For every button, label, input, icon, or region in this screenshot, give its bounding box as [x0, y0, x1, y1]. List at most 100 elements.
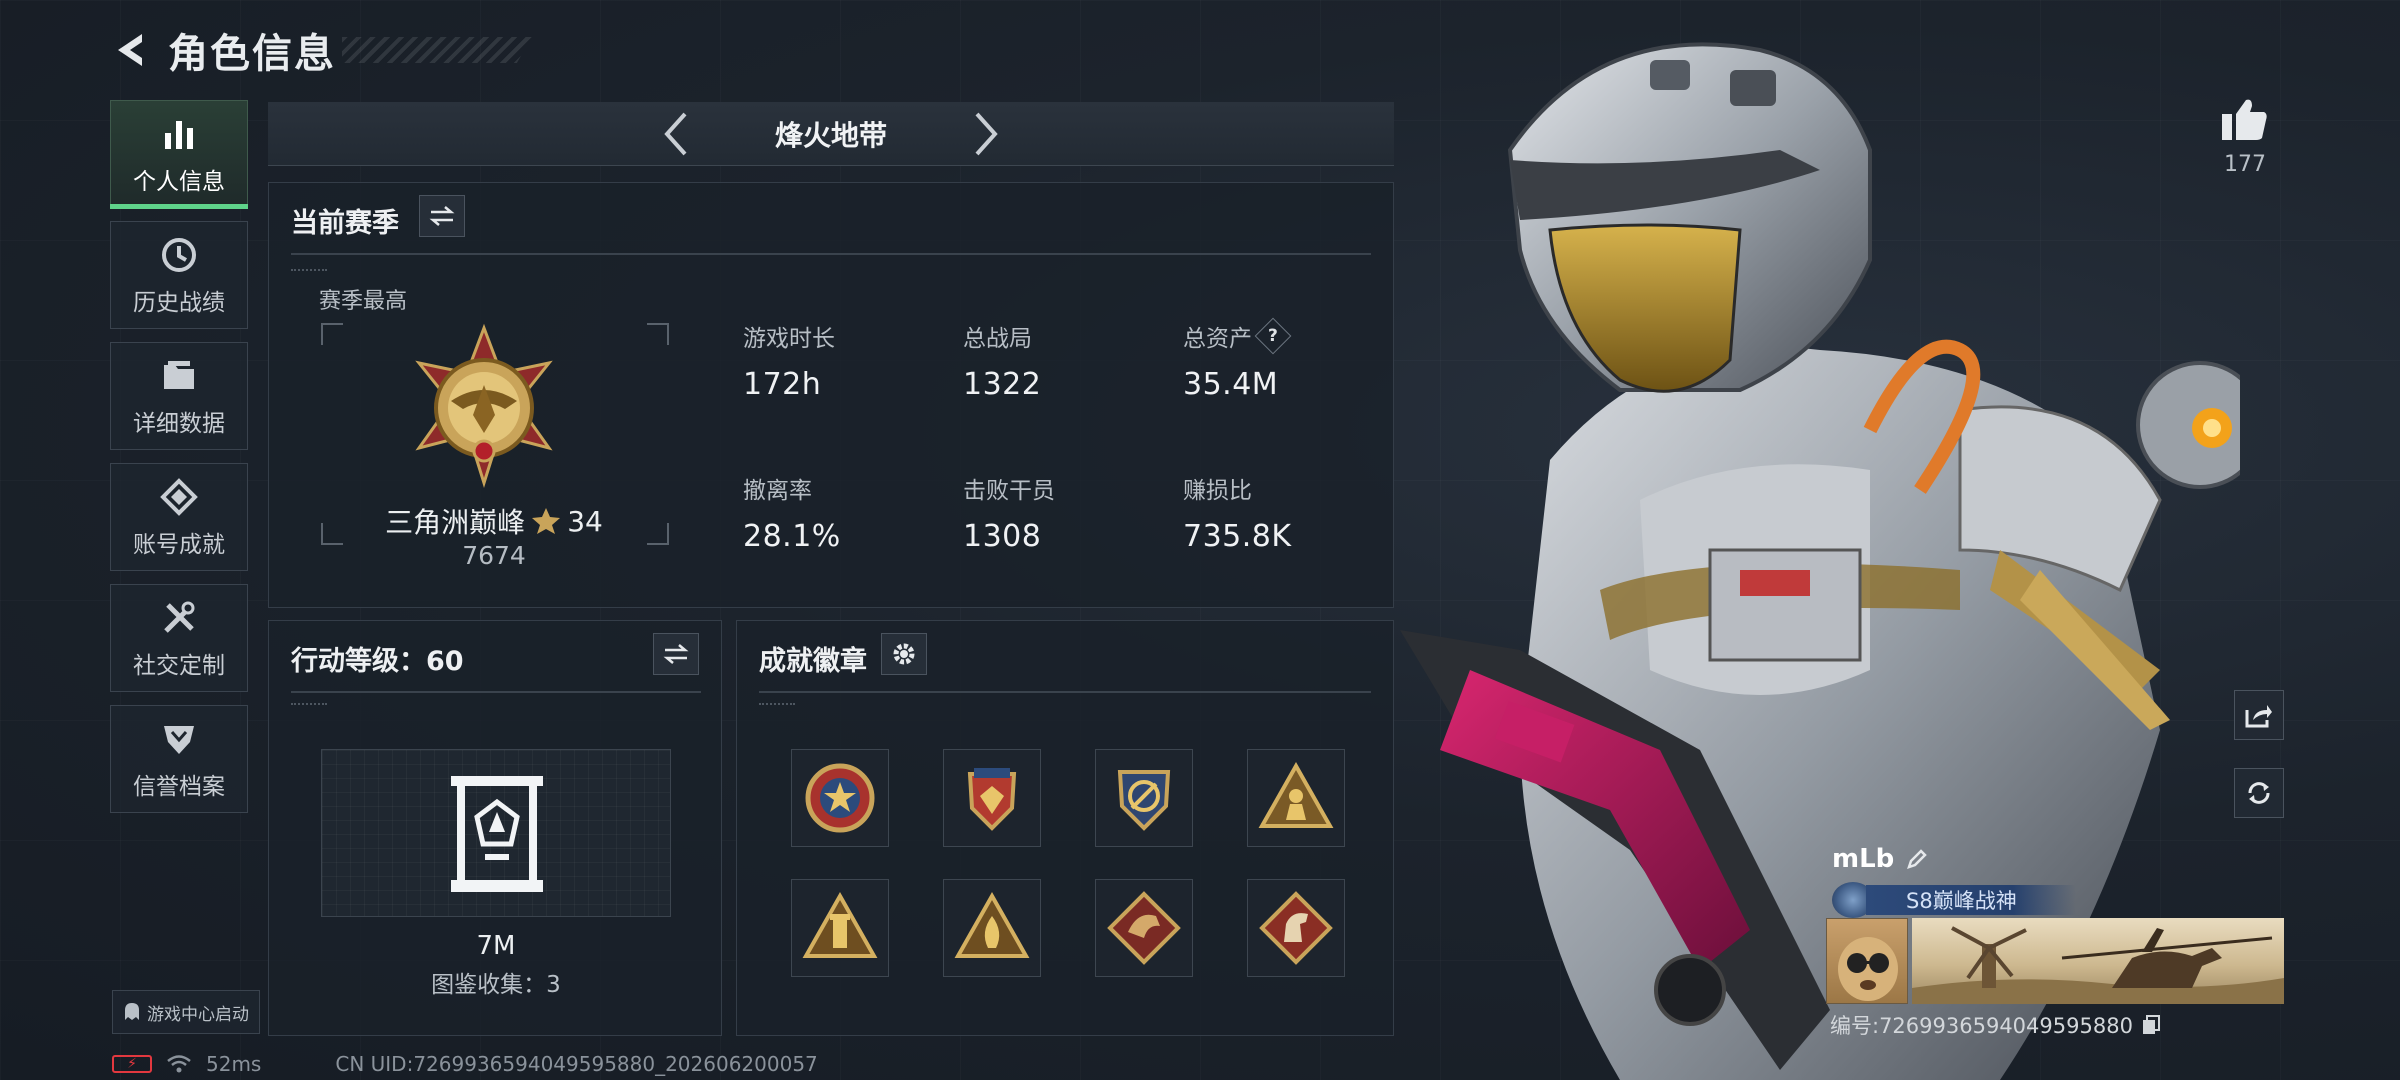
collection-value: 7M [476, 931, 516, 961]
bar-chart-icon [157, 112, 201, 156]
divider [291, 691, 701, 693]
launch-label: 游戏中心启动 [147, 1004, 249, 1025]
collection-count: 图鉴收集：3 [431, 972, 561, 998]
battery-low-icon: ⚡ [112, 1055, 152, 1073]
star-medal-icon[interactable] [791, 749, 889, 847]
season-panel: 当前赛季 赛季最高 三角洲巅峰 34 7674 游戏时长 172h 总战局 13… [268, 182, 1394, 608]
stat-profit-ratio: 赚损比 735.8K [1183, 471, 1292, 554]
game-center-launch-button[interactable]: 游戏中心启动 [112, 990, 260, 1034]
stat-label: 击败干员 [963, 478, 1055, 504]
player-id: 编号:7269936594049595880 [1830, 1014, 2133, 1038]
stat-total-matches: 总战局 1322 [963, 319, 1041, 402]
achievement-badges-panel: 成就徽章 [736, 620, 1394, 1036]
display-case-icon [451, 776, 543, 892]
refresh-button[interactable] [2234, 768, 2284, 818]
sidebar-item-achievements[interactable]: 账号成就 [110, 463, 248, 571]
divider [759, 691, 1371, 693]
achievement-icon [157, 475, 201, 519]
sidebar-item-social[interactable]: 社交定制 [110, 584, 248, 692]
blue-shield-medal-icon[interactable] [1095, 749, 1193, 847]
sidebar-item-history[interactable]: 历史战绩 [110, 221, 248, 329]
season-highest-label: 赛季最高 [319, 289, 408, 314]
stat-extract-rate: 撤离率 28.1% [743, 471, 841, 554]
share-button[interactable] [2234, 690, 2284, 740]
card-images [1826, 918, 2284, 1004]
stat-value: 28.1% [743, 519, 841, 554]
folder-icon [157, 354, 201, 398]
triangle-flame-badge-icon[interactable] [943, 879, 1041, 977]
thumbs-up-icon[interactable] [2220, 96, 2270, 142]
triangle-tower-badge-icon[interactable] [791, 879, 889, 977]
share-icon [2245, 705, 2272, 728]
swap-icon [429, 206, 455, 226]
shield-chevron-icon [157, 717, 201, 761]
stat-play-time: 游戏时长 172h [743, 319, 835, 402]
swap-season-button[interactable] [419, 195, 465, 237]
swap-level-button[interactable] [653, 633, 699, 675]
sidebar-item-personal-info[interactable]: 个人信息 [110, 100, 248, 209]
rank-score: 7674 [462, 541, 526, 570]
badge-settings-button[interactable] [881, 633, 927, 675]
sidebar-item-label: 账号成就 [133, 532, 225, 558]
back-arrow-icon [118, 34, 142, 66]
next-mode-button[interactable] [956, 104, 1016, 164]
sidebar-item-label: 详细数据 [133, 411, 225, 437]
chevron-right-icon [975, 112, 998, 155]
player-title: S8巅峰战神 [1866, 885, 2076, 915]
prev-mode-button[interactable] [646, 104, 706, 164]
decor-marks [759, 703, 795, 707]
season-nav: 烽火地带 [268, 102, 1394, 166]
profile-banner [1912, 918, 2284, 1004]
title-decoration [342, 37, 532, 63]
player-card[interactable]: mLb S8巅峰战神 编号:7269936594049595880 [1826, 840, 2286, 1040]
back-button[interactable] [110, 28, 154, 72]
sidebar: 个人信息 历史战绩 详细数据 账号成就 社交定制 信誉档案 [110, 100, 250, 826]
gear-icon [893, 643, 915, 665]
help-icon[interactable]: ? [1254, 317, 1292, 355]
triangle-soldier-badge-icon[interactable] [1247, 749, 1345, 847]
stat-total-assets: 总资产 ? 35.4M [1183, 317, 1292, 402]
action-level-panel: 行动等级：60 7M 图鉴收集：3 [268, 620, 722, 1036]
sidebar-item-detailed-data[interactable]: 详细数据 [110, 342, 248, 450]
action-level-title: 行动等级：60 [291, 646, 464, 677]
stat-label: 总战局 [963, 326, 1032, 352]
player-title-row: S8巅峰战神 [1832, 882, 2076, 918]
rank-emblem-icon [415, 323, 553, 489]
tools-icon [157, 596, 201, 640]
decor-marks [291, 703, 327, 707]
stat-value: 172h [743, 367, 822, 402]
sidebar-item-credit[interactable]: 信誉档案 [110, 705, 248, 813]
chevron-left-icon [664, 112, 687, 155]
badges-title: 成就徽章 [759, 646, 867, 677]
rank-name-row: 三角洲巅峰 34 [269, 501, 719, 541]
header: 角色信息 [110, 22, 532, 78]
sidebar-item-label: 个人信息 [133, 169, 225, 195]
like-count: 177 [2224, 152, 2266, 177]
stat-value: 1308 [963, 519, 1042, 554]
sidebar-item-label: 信誉档案 [133, 774, 225, 800]
decor-marks [291, 269, 327, 273]
diamond-dragon-badge-icon[interactable] [1095, 879, 1193, 977]
rank-name: 三角洲巅峰 [385, 506, 526, 539]
diamond-horse-badge-icon[interactable] [1247, 879, 1345, 977]
copy-icon[interactable] [2141, 1014, 2161, 1036]
clock-icon [157, 233, 201, 277]
ghost-icon [125, 1003, 139, 1020]
rank-stars: 34 [567, 504, 603, 538]
sidebar-item-label: 社交定制 [133, 653, 225, 679]
avatar[interactable] [1826, 918, 1908, 1004]
swap-icon [663, 644, 689, 664]
wing-shield-medal-icon[interactable] [943, 749, 1041, 847]
star-icon [532, 508, 561, 534]
sidebar-item-label: 历史战绩 [133, 290, 225, 316]
stat-value: 35.4M [1183, 367, 1279, 402]
stat-label: 总资产 [1183, 326, 1252, 352]
season-title: 当前赛季 [291, 208, 399, 239]
collection-display[interactable] [321, 749, 671, 917]
like-area: 177 [2210, 96, 2280, 177]
wifi-icon [167, 1055, 191, 1073]
mode-name: 烽火地带 [774, 118, 887, 152]
status-bar: ⚡ 52ms CN UID:7269936594049595880_202606… [112, 1052, 818, 1076]
edit-icon[interactable] [1906, 848, 1928, 870]
stat-label: 撤离率 [743, 478, 812, 504]
